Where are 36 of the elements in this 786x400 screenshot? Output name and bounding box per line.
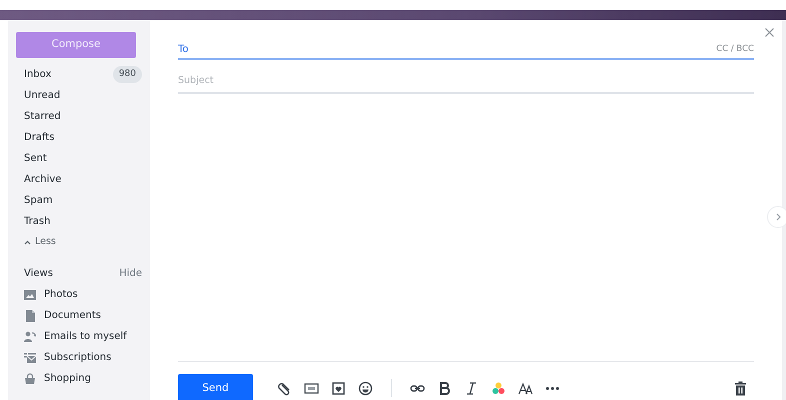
hide-link[interactable]: Hide xyxy=(119,266,142,281)
folder-item[interactable]: Sent xyxy=(16,148,142,169)
font-size-icon[interactable] xyxy=(518,380,533,396)
sticker-icon[interactable] xyxy=(331,380,346,396)
chevron-up-icon[interactable] xyxy=(24,240,31,244)
palette-icon[interactable] xyxy=(491,380,506,396)
chevron-right-icon xyxy=(776,213,780,221)
view-item[interactable]: Documents xyxy=(16,305,142,326)
unread-count: 980 xyxy=(112,66,142,84)
bold-icon[interactable] xyxy=(437,380,452,396)
envelope-stack-icon xyxy=(24,352,36,364)
send-button[interactable]: Send xyxy=(178,374,253,400)
views-heading: Views xyxy=(24,267,53,281)
folder-item[interactable]: Spam xyxy=(16,190,142,211)
folder-item[interactable]: Trash xyxy=(16,211,142,232)
paperclip-icon[interactable] xyxy=(277,380,292,396)
trash-icon[interactable] xyxy=(733,380,748,396)
view-item[interactable]: Subscriptions xyxy=(16,347,142,368)
emoji-icon[interactable] xyxy=(358,380,373,396)
image-icon xyxy=(24,288,36,300)
italic-icon[interactable] xyxy=(464,380,479,396)
view-item[interactable]: Emails to myself xyxy=(16,326,142,347)
document-icon xyxy=(24,310,36,322)
folder-item[interactable]: Archive xyxy=(16,169,142,190)
view-item[interactable]: Shopping xyxy=(16,368,142,389)
gif-icon[interactable] xyxy=(304,380,319,396)
view-item[interactable]: Photos xyxy=(16,284,142,305)
folder-item[interactable]: Starred xyxy=(16,106,142,127)
less-toggle[interactable]: Less xyxy=(16,232,142,252)
folder-item[interactable]: Unread xyxy=(16,85,142,106)
shopping-bag-icon xyxy=(24,372,36,384)
close-icon[interactable] xyxy=(765,28,774,37)
to-field[interactable]: To CC / BCC xyxy=(178,40,754,60)
people-icon xyxy=(24,330,36,342)
folder-item[interactable]: Inbox 980 xyxy=(16,64,142,85)
folder-item[interactable]: Drafts xyxy=(16,127,142,148)
